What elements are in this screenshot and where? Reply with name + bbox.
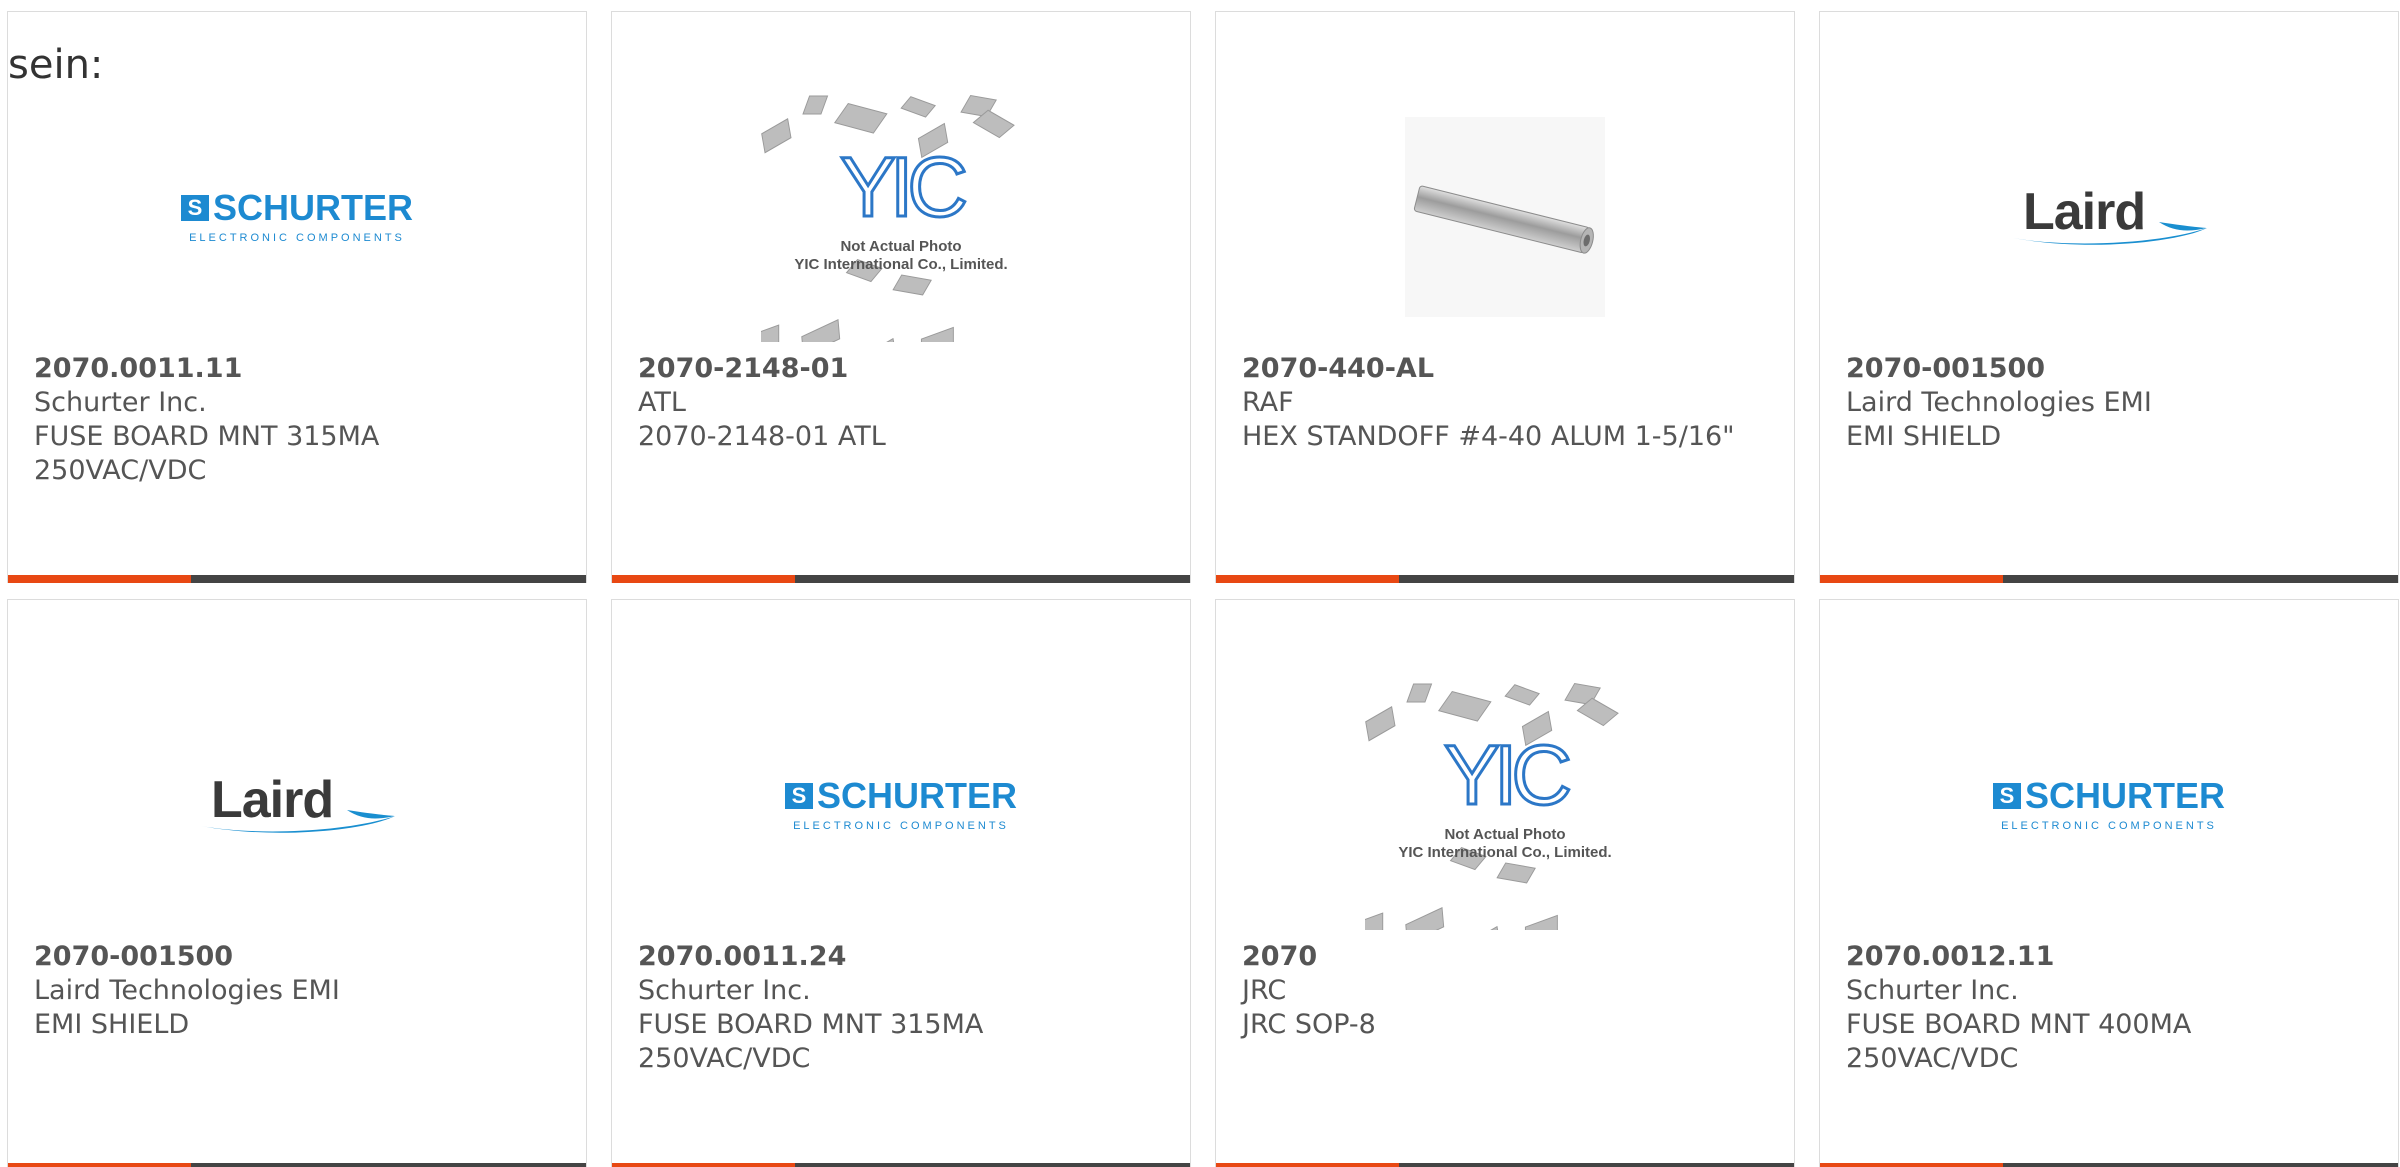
card-bottom-bar xyxy=(1820,575,2398,583)
product-info: 2070-440-AL RAF HEX STANDOFF #4-40 ALUM … xyxy=(1242,352,1768,454)
product-card[interactable]: 2070-440-AL RAF HEX STANDOFF #4-40 ALUM … xyxy=(1215,11,1795,583)
card-accent-bar xyxy=(1820,575,2003,583)
card-accent-bar xyxy=(612,1163,795,1167)
product-part-number[interactable]: 2070-001500 xyxy=(34,940,560,974)
product-info: 2070-001500 Laird Technologies EMI EMI S… xyxy=(34,940,560,1042)
product-part-number[interactable]: 2070-440-AL xyxy=(1242,352,1768,386)
product-manufacturer: Laird Technologies EMI xyxy=(34,975,340,1006)
yic-logo: YIC xyxy=(838,140,969,234)
product-part-number[interactable]: 2070.0011.11 xyxy=(34,352,560,386)
product-image[interactable]: S SCHURTER ELECTRONIC COMPONENTS xyxy=(8,72,586,362)
product-card[interactable]: YIC Not Actual Photo YIC International C… xyxy=(1215,599,1795,1167)
product-card[interactable]: S SCHURTER ELECTRONIC COMPONENTS 2070.00… xyxy=(7,11,587,583)
product-description: FUSE BOARD MNT 315MA 250VAC/VDC xyxy=(638,1009,984,1074)
product-image[interactable]: YIC Not Actual Photo YIC International C… xyxy=(612,72,1190,362)
product-grid-page: sein: S SCHURTER ELECTRONIC COMPONENTS 2… xyxy=(0,0,2400,1167)
laird-logo-word: Laird xyxy=(211,771,334,829)
product-image[interactable]: YIC Not Actual Photo YIC International C… xyxy=(1216,660,1794,950)
product-manufacturer: RAF xyxy=(1242,387,1294,418)
schurter-logo: S SCHURTER ELECTRONIC COMPONENTS xyxy=(1992,775,2225,832)
product-manufacturer: Schurter Inc. xyxy=(638,975,811,1006)
product-manufacturer: Schurter Inc. xyxy=(1846,975,2019,1006)
product-image[interactable]: S SCHURTER ELECTRONIC COMPONENTS xyxy=(1820,660,2398,950)
product-manufacturer: JRC xyxy=(1242,975,1287,1006)
card-bottom-bar xyxy=(1216,1163,1794,1167)
product-part-number[interactable]: 2070-2148-01 xyxy=(638,352,1164,386)
product-description: EMI SHIELD xyxy=(34,1009,190,1040)
product-card[interactable]: S SCHURTER ELECTRONIC COMPONENTS 2070.00… xyxy=(1819,599,2399,1167)
card-accent-bar xyxy=(1216,575,1399,583)
product-part-number[interactable]: 2070-001500 xyxy=(1846,352,2372,386)
card-accent-bar xyxy=(8,1163,191,1167)
product-description: 2070-2148-01 ATL xyxy=(638,421,886,452)
product-description: FUSE BOARD MNT 400MA 250VAC/VDC xyxy=(1846,1009,2192,1074)
laird-logo-word: Laird xyxy=(2023,183,2146,241)
product-info: 2070.0012.11 Schurter Inc. FUSE BOARD MN… xyxy=(1846,940,2372,1076)
not-actual-photo-caption: Not Actual Photo YIC International Co., … xyxy=(1398,826,1612,861)
product-grid: S SCHURTER ELECTRONIC COMPONENTS 2070.00… xyxy=(7,11,2399,1167)
product-card[interactable]: Laird 2070-001500 Laird Technologies EMI… xyxy=(1819,11,2399,583)
product-manufacturer: Schurter Inc. xyxy=(34,387,207,418)
intro-text: sein: xyxy=(8,42,104,88)
card-bottom-bar xyxy=(8,575,586,583)
card-bottom-bar xyxy=(1216,575,1794,583)
product-image[interactable]: Laird xyxy=(1820,72,2398,362)
product-info: 2070 JRC JRC SOP-8 xyxy=(1242,940,1768,1042)
product-description: JRC SOP-8 xyxy=(1242,1009,1376,1040)
product-info: 2070.0011.11 Schurter Inc. FUSE BOARD MN… xyxy=(34,352,560,488)
schurter-logo-subtitle: ELECTRONIC COMPONENTS xyxy=(793,820,1009,832)
card-accent-bar xyxy=(612,575,795,583)
product-part-number[interactable]: 2070.0011.24 xyxy=(638,940,1164,974)
product-info: 2070-2148-01 ATL 2070-2148-01 ATL xyxy=(638,352,1164,454)
card-accent-bar xyxy=(8,575,191,583)
schurter-logo-mark: S xyxy=(1992,783,2021,809)
product-card[interactable]: YIC Not Actual Photo YIC International C… xyxy=(611,11,1191,583)
schurter-logo: S SCHURTER ELECTRONIC COMPONENTS xyxy=(180,187,413,244)
product-manufacturer: ATL xyxy=(638,387,686,418)
schurter-logo-mark: S xyxy=(784,783,813,809)
product-description: HEX STANDOFF #4-40 ALUM 1-5/16" xyxy=(1242,421,1735,452)
product-part-number[interactable]: 2070 xyxy=(1242,940,1768,974)
product-part-number[interactable]: 2070.0012.11 xyxy=(1846,940,2372,974)
schurter-logo: S SCHURTER ELECTRONIC COMPONENTS xyxy=(784,775,1017,832)
card-accent-bar xyxy=(1216,1163,1399,1167)
not-actual-photo-image: YIC Not Actual Photo YIC International C… xyxy=(761,92,1041,342)
product-image[interactable] xyxy=(1216,72,1794,362)
yic-logo: YIC xyxy=(1442,728,1573,822)
card-bottom-bar xyxy=(1820,1163,2398,1167)
schurter-logo-subtitle: ELECTRONIC COMPONENTS xyxy=(2001,820,2217,832)
product-image[interactable]: S SCHURTER ELECTRONIC COMPONENTS xyxy=(612,660,1190,950)
product-image[interactable]: Laird xyxy=(8,660,586,950)
not-actual-photo-image: YIC Not Actual Photo YIC International C… xyxy=(1365,680,1645,930)
card-bottom-bar xyxy=(612,1163,1190,1167)
card-bottom-bar xyxy=(612,575,1190,583)
schurter-logo-word: SCHURTER xyxy=(816,775,1017,816)
not-actual-photo-caption: Not Actual Photo YIC International Co., … xyxy=(794,238,1008,273)
product-info: 2070.0011.24 Schurter Inc. FUSE BOARD MN… xyxy=(638,940,1164,1076)
product-description: FUSE BOARD MNT 315MA 250VAC/VDC xyxy=(34,421,380,486)
product-card[interactable]: Laird 2070-001500 Laird Technologies EMI… xyxy=(7,599,587,1167)
schurter-logo-word: SCHURTER xyxy=(2024,775,2225,816)
product-info: 2070-001500 Laird Technologies EMI EMI S… xyxy=(1846,352,2372,454)
card-bottom-bar xyxy=(8,1163,586,1167)
schurter-logo-subtitle: ELECTRONIC COMPONENTS xyxy=(189,232,405,244)
product-description: EMI SHIELD xyxy=(1846,421,2002,452)
card-accent-bar xyxy=(1820,1163,2003,1167)
laird-logo: Laird xyxy=(2009,182,2209,252)
hex-standoff-photo xyxy=(1405,117,1605,317)
schurter-logo-mark: S xyxy=(180,195,209,221)
laird-logo: Laird xyxy=(197,770,397,840)
product-card[interactable]: S SCHURTER ELECTRONIC COMPONENTS 2070.00… xyxy=(611,599,1191,1167)
schurter-logo-word: SCHURTER xyxy=(212,187,413,228)
product-manufacturer: Laird Technologies EMI xyxy=(1846,387,2152,418)
